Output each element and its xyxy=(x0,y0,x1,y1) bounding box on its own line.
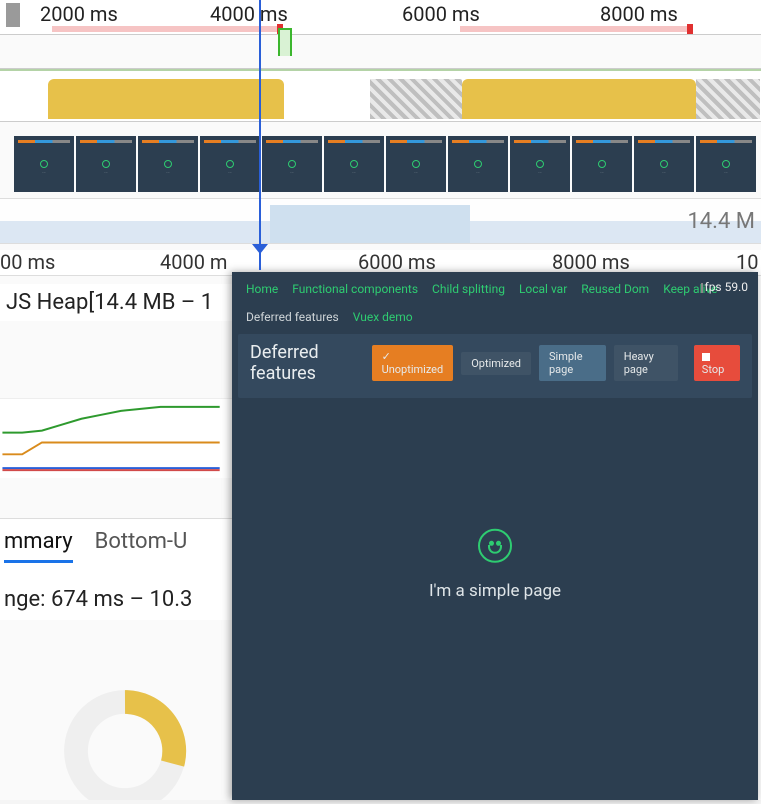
flame-block-idle xyxy=(696,79,760,119)
screenshot-thumb[interactable]: ··· xyxy=(510,136,570,192)
ruler-tick: 6000 ms xyxy=(402,2,480,26)
screenshot-thumb[interactable]: ··· xyxy=(138,136,198,192)
flame-block-idle xyxy=(370,79,462,119)
timeline-ruler[interactable]: 2000 ms 4000 ms 6000 ms 8000 ms xyxy=(0,0,761,35)
ruler-tick: 10 xyxy=(736,250,758,274)
nav-link-child-splitting[interactable]: Child splitting xyxy=(432,282,505,296)
flame-overview[interactable] xyxy=(0,68,761,122)
nav-link-vuex[interactable]: Vuex demo xyxy=(353,310,413,324)
page-content: I'm a simple page xyxy=(232,529,758,601)
flame-block-script xyxy=(48,79,284,119)
screenshot-thumb[interactable]: ··· xyxy=(634,136,694,192)
toolbar: Deferred features Unoptimized Optimized … xyxy=(238,334,752,398)
heavy-page-button[interactable]: Heavy page xyxy=(614,345,678,381)
nav-link-functional[interactable]: Functional components xyxy=(292,282,418,296)
ruler-tick: 2000 ms xyxy=(40,2,118,26)
ruler-tick: 4000 ms xyxy=(210,2,288,26)
screenshot-thumb[interactable]: ··· xyxy=(696,136,756,192)
tab-summary[interactable]: mmary xyxy=(4,529,73,563)
screenshot-thumb[interactable]: ··· xyxy=(14,136,74,192)
long-task-mark xyxy=(687,24,693,34)
playhead-marker[interactable] xyxy=(259,0,261,270)
fps-counter: fps 59.0 xyxy=(701,280,748,294)
summary-tabs: mmary Bottom-U nge: 674 ms – 10.3 xyxy=(0,518,232,620)
app-nav: Home Functional components Child splitti… xyxy=(232,272,758,328)
screenshot-thumb[interactable]: ··· xyxy=(76,136,136,192)
memory-overview[interactable]: 14.4 M xyxy=(0,198,761,244)
range-label: nge: 674 ms – 10.3 xyxy=(0,569,232,620)
screenshot-thumb[interactable]: ··· xyxy=(324,136,384,192)
nav-link-local-var[interactable]: Local var xyxy=(519,282,567,296)
fps-value: fps 59.0 xyxy=(705,280,748,294)
memory-area-peak xyxy=(270,205,470,243)
screenshot-thumb[interactable]: ··· xyxy=(448,136,508,192)
unoptimized-button[interactable]: Unoptimized xyxy=(372,345,454,381)
long-task-bar xyxy=(52,26,280,32)
optimized-button[interactable]: Optimized xyxy=(461,352,531,375)
summary-donut xyxy=(20,660,230,800)
ruler-tick: 00 ms xyxy=(0,250,55,274)
screenshot-preview-popup: Home Functional components Child splitti… xyxy=(232,272,758,800)
ruler-tick: 6000 ms xyxy=(358,250,436,274)
page-title: Deferred features xyxy=(250,342,358,384)
flame-baseline xyxy=(0,69,761,71)
nav-link-home[interactable]: Home xyxy=(246,282,278,296)
nav-link-deferred[interactable]: Deferred features xyxy=(246,310,339,324)
ruler-tick: 4000 m xyxy=(160,250,227,274)
counter-chart[interactable] xyxy=(0,398,232,478)
smile-icon xyxy=(478,529,512,563)
memory-peak-label: 14.4 M xyxy=(687,209,755,234)
counter-chart-svg xyxy=(0,399,232,478)
stop-button[interactable]: Stop xyxy=(694,345,740,381)
flame-block-script xyxy=(462,79,696,119)
page-message: I'm a simple page xyxy=(232,581,758,601)
tab-bottom-up[interactable]: Bottom-U xyxy=(95,529,188,563)
simple-page-button[interactable]: Simple page xyxy=(539,345,606,381)
screenshot-thumb[interactable]: ··· xyxy=(200,136,260,192)
screenshot-thumb[interactable]: ··· xyxy=(386,136,446,192)
ruler-tick: 8000 ms xyxy=(600,2,678,26)
long-task-bar xyxy=(460,26,690,32)
ruler-handle[interactable] xyxy=(6,3,20,27)
screenshot-thumb[interactable]: ··· xyxy=(572,136,632,192)
ruler-tick: 8000 ms xyxy=(552,250,630,274)
fps-spike xyxy=(278,28,292,56)
nav-link-reused-dom[interactable]: Reused Dom xyxy=(581,282,649,296)
screenshot-thumb[interactable]: ··· xyxy=(262,136,322,192)
screenshot-strip[interactable]: ··· ··· ··· ··· ··· ··· ··· ··· ··· ··· … xyxy=(14,136,761,194)
js-heap-label: JS Heap[14.4 MB – 1 xyxy=(0,284,232,321)
